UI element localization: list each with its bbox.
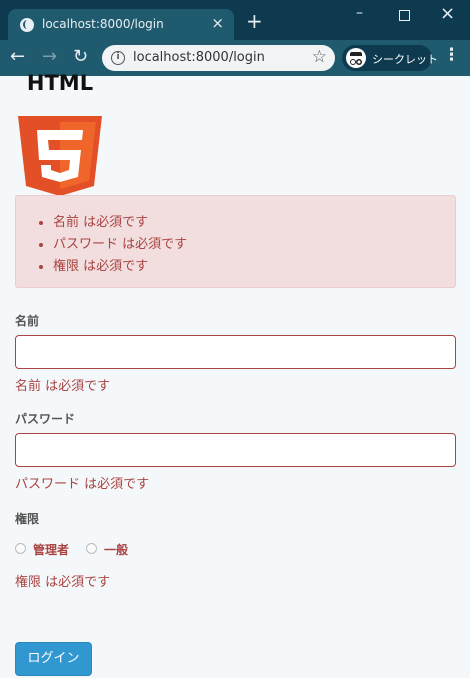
tab-bar: localhost:8000/login × + – × [0,0,470,40]
role-admin-radio[interactable] [15,543,26,554]
logo-digit [37,130,83,182]
tab-login[interactable]: localhost:8000/login × [8,9,234,40]
url-text[interactable]: localhost:8000/login [133,50,265,65]
error-alert: 名前 は必須です パスワード は必須です 権限 は必須です [15,195,456,288]
login-button[interactable]: ログイン [15,642,92,676]
incognito-label: シークレット [372,53,438,66]
incognito-badge[interactable]: シークレット [342,45,438,71]
new-tab-icon[interactable]: + [246,11,263,31]
tab-title: localhost:8000/login [42,17,164,31]
name-input[interactable] [15,335,456,369]
role-general-radio[interactable] [86,543,97,554]
incognito-icon [346,48,366,68]
name-error: 名前 は必須です [15,379,111,394]
error-list: 名前 は必須です パスワード は必須です 権限 は必須です [53,212,187,278]
error-list-item: 名前 は必須です [53,212,187,234]
password-input[interactable] [15,433,456,467]
password-error: パスワード は必須です [15,477,150,492]
logo-wordmark: HTML [27,72,93,95]
info-icon[interactable]: i [111,51,125,65]
window-close-icon[interactable]: × [440,3,455,24]
back-icon[interactable]: ← [10,46,25,67]
address-bar[interactable]: i localhost:8000/login ☆ [102,45,335,71]
role-admin-label[interactable]: 管理者 [33,541,69,558]
browser-menu-icon[interactable]: ⋮ [443,45,460,65]
globe-icon [20,18,34,32]
reload-icon[interactable]: ↻ [73,46,88,67]
browser-chrome: localhost:8000/login × + – × ← → ↻ i loc… [0,0,470,76]
forward-icon[interactable]: → [42,46,57,67]
error-list-item: パスワード は必須です [53,234,187,256]
maximize-icon[interactable] [399,10,410,21]
role-label: 権限 [15,512,40,526]
html5-logo: HTML [18,72,102,196]
password-label: パスワード [15,412,76,426]
error-list-item: 権限 は必須です [53,256,187,278]
bookmark-star-icon[interactable]: ☆ [312,47,327,67]
role-general-label[interactable]: 一般 [104,541,128,558]
close-tab-icon[interactable]: × [211,14,224,32]
minimize-icon[interactable]: – [356,5,363,21]
name-label: 名前 [15,314,40,328]
browser-toolbar: ← → ↻ i localhost:8000/login ☆ シークレット ⋮ [0,40,470,76]
role-error: 権限 は必須です [15,575,111,590]
